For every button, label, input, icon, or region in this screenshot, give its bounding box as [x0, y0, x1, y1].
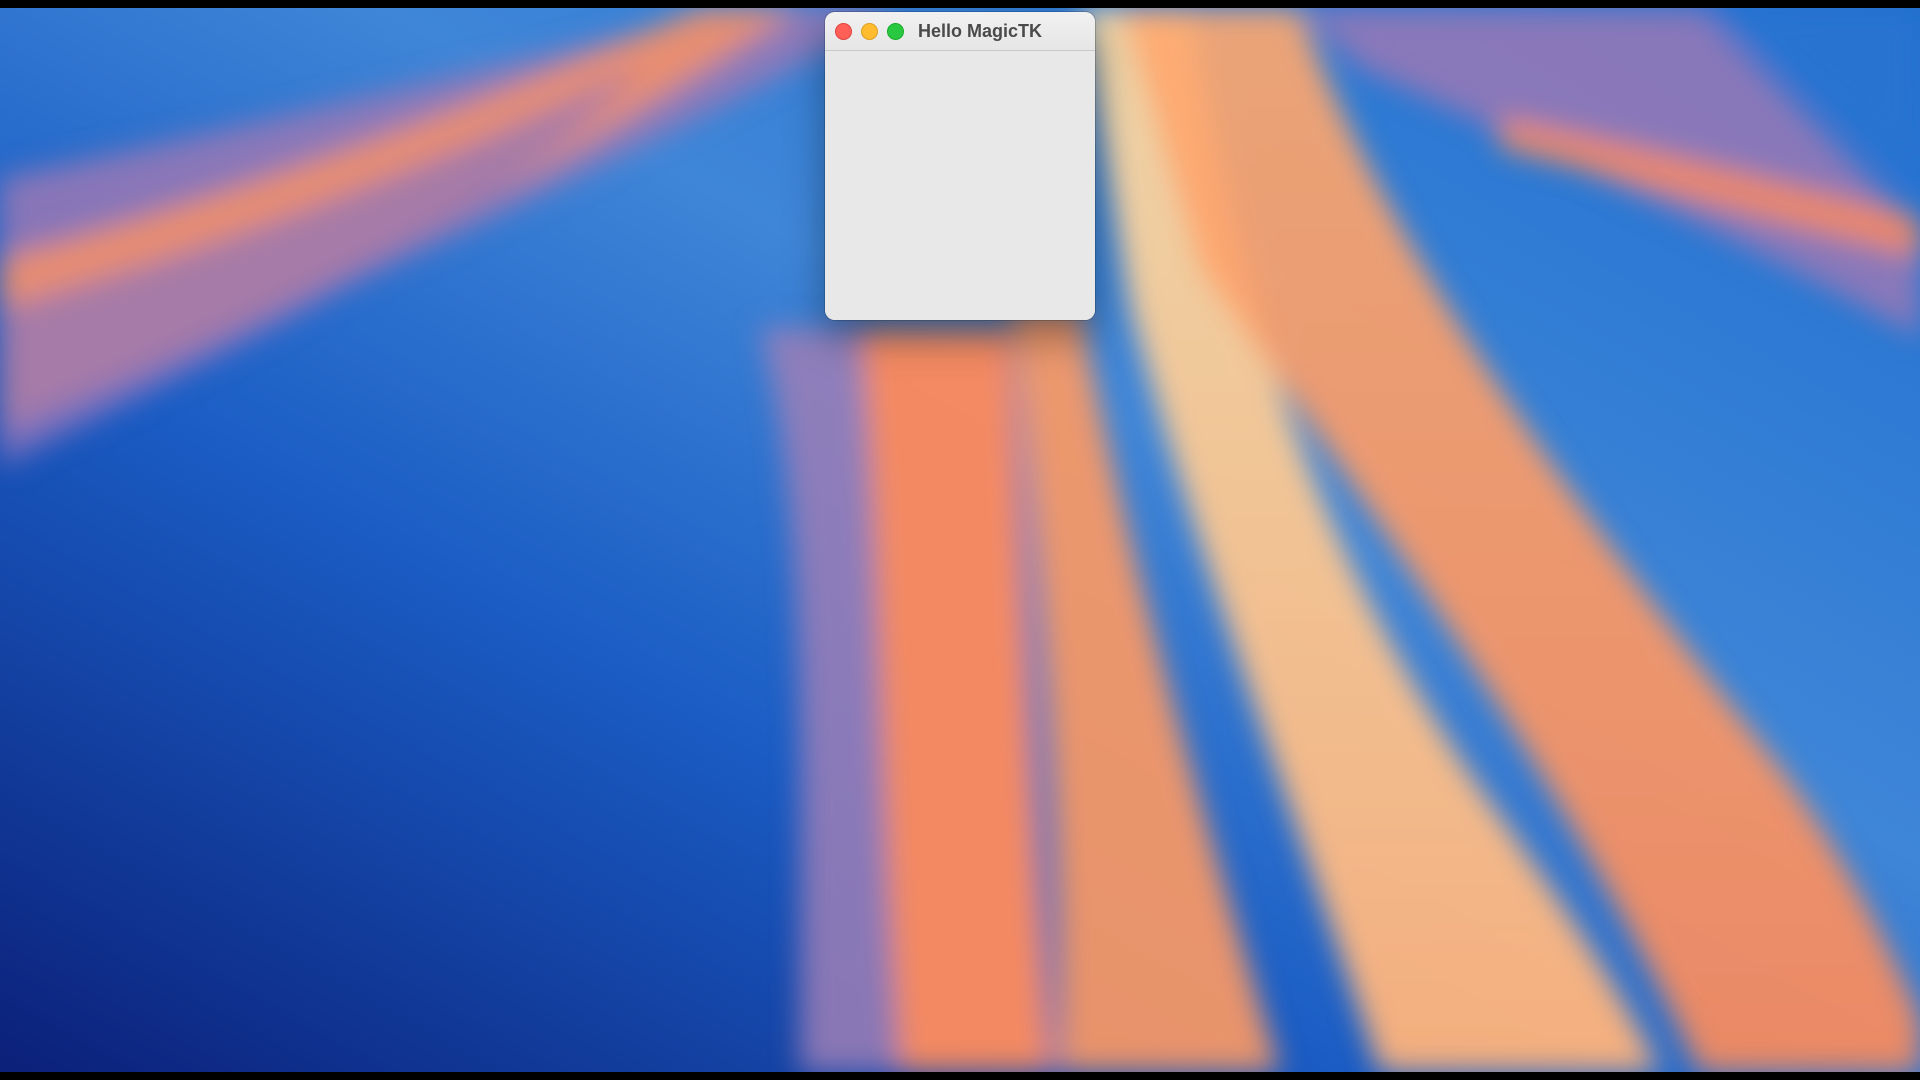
app-window: Hello MagicTK — [825, 12, 1095, 320]
close-icon[interactable] — [835, 22, 852, 40]
window-controls — [825, 22, 904, 40]
window-titlebar[interactable]: Hello MagicTK — [825, 12, 1095, 51]
desktop: Hello MagicTK — [0, 8, 1920, 1072]
window-content — [825, 51, 1095, 320]
window-title: Hello MagicTK — [918, 20, 1043, 41]
zoom-icon[interactable] — [887, 22, 904, 40]
minimize-icon[interactable] — [861, 22, 878, 40]
